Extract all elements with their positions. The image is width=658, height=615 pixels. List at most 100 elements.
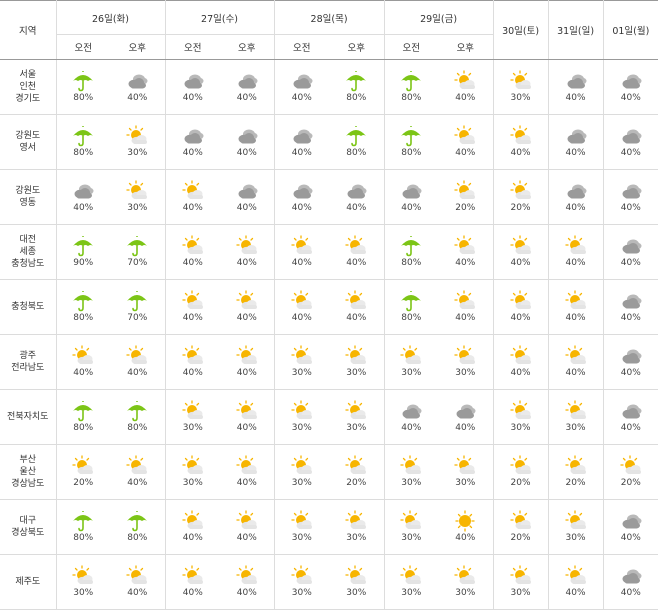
forecast-cell-content: 40%	[220, 235, 274, 269]
region-name-line: 전북자치도	[7, 412, 49, 422]
partly-sunny-icon	[508, 125, 534, 147]
partly-sunny-icon	[508, 510, 534, 532]
partly-sunny-icon	[180, 400, 206, 422]
forecast-cell-content: 80%	[110, 510, 165, 544]
partly-sunny-icon	[289, 510, 315, 532]
forecast-cell: 40%	[220, 279, 275, 335]
forecast-cell: 40%	[220, 444, 275, 500]
partly-sunny-icon	[508, 290, 534, 312]
umbrella-icon	[124, 290, 150, 312]
pm-header: 오후	[329, 34, 385, 60]
region-name-line: 충청남도	[11, 259, 45, 269]
partly-sunny-icon	[289, 455, 315, 477]
forecast-cell: 40%	[165, 334, 221, 390]
precipitation-probability: 30%	[127, 148, 148, 158]
region-name-line: 부산	[19, 455, 37, 465]
forecast-cell-content: 80%	[57, 400, 111, 434]
precipitation-probability: 40%	[236, 148, 257, 158]
forecast-cell-content: 40%	[275, 290, 330, 324]
precipitation-probability: 40%	[182, 93, 203, 103]
precipitation-probability: 30%	[291, 423, 312, 433]
region-name-line: 전라남도	[11, 363, 45, 373]
day-header: 26일(화)	[56, 0, 166, 35]
precipitation-probability: 40%	[401, 423, 422, 433]
partly-sunny-icon	[508, 455, 534, 477]
partly-sunny-icon	[398, 455, 424, 477]
region-name-line: 대구	[19, 516, 37, 526]
forecast-cell-content: 30%	[275, 455, 330, 489]
forecast-cell: 40%	[438, 114, 494, 170]
partly-sunny-icon	[508, 235, 534, 257]
precipitation-probability: 40%	[236, 368, 257, 378]
precipitation-probability: 40%	[620, 148, 641, 158]
forecast-cell-content: 40%	[220, 510, 274, 544]
forecast-cell: 40%	[329, 279, 385, 335]
precipitation-probability: 40%	[291, 93, 312, 103]
forecast-cell-content: 40%	[166, 510, 221, 544]
forecast-cell: 40%	[220, 389, 275, 445]
am-header: 오전	[56, 34, 110, 60]
forecast-cell-content: 20%	[438, 180, 493, 214]
precipitation-probability: 40%	[127, 478, 148, 488]
precipitation-probability: 40%	[182, 258, 203, 268]
umbrella-icon	[124, 510, 150, 532]
forecast-cell-content: 80%	[57, 125, 111, 159]
forecast-cell-content: 20%	[57, 455, 111, 489]
forecast-cell: 30%	[110, 169, 166, 225]
precipitation-probability: 30%	[401, 533, 422, 543]
precipitation-probability: 80%	[401, 313, 422, 323]
forecast-cell-content: 40%	[220, 180, 274, 214]
partly-sunny-icon	[234, 565, 260, 587]
forecast-cell-content: 40%	[110, 70, 165, 104]
forecast-cell-content: 40%	[275, 235, 330, 269]
precipitation-probability: 40%	[620, 588, 641, 598]
forecast-cell: 30%	[274, 499, 330, 555]
am-header: 오전	[274, 34, 330, 60]
precipitation-probability: 40%	[510, 148, 531, 158]
forecast-cell-content: 40%	[220, 70, 274, 104]
forecast-cell-content: 30%	[385, 565, 439, 599]
umbrella-icon	[343, 125, 369, 147]
precipitation-probability: 40%	[236, 478, 257, 488]
forecast-cell-content: 70%	[110, 235, 165, 269]
forecast-cell: 90%	[56, 224, 110, 280]
partly-sunny-icon	[452, 565, 478, 587]
forecast-cell: 30%	[329, 334, 385, 390]
forecast-cell-content: 40%	[57, 345, 111, 379]
forecast-cell: 40%	[220, 334, 275, 390]
forecast-cell-content: 40%	[604, 345, 658, 379]
forecast-cell: 40%	[329, 169, 385, 225]
weather-forecast-table: 지역 26일(화) 27일(수) 28일(목) 29일(금) 30일(토) 31…	[0, 0, 658, 610]
partly-sunny-icon	[618, 455, 644, 477]
precipitation-probability: 40%	[291, 148, 312, 158]
partly-sunny-icon	[343, 345, 369, 367]
precipitation-probability: 40%	[127, 588, 148, 598]
forecast-cell-content: 40%	[604, 510, 658, 544]
day-header: 31일(일)	[548, 0, 604, 60]
pm-header: 오후	[220, 34, 275, 60]
forecast-cell: 40%	[493, 224, 549, 280]
precipitation-probability: 20%	[620, 478, 641, 488]
region-name-line: 세종	[19, 247, 37, 257]
forecast-cell-content: 30%	[329, 565, 384, 599]
precipitation-probability: 40%	[510, 313, 531, 323]
forecast-cell-content: 80%	[57, 290, 111, 324]
region-name-line: 광주	[19, 351, 37, 361]
cloud-icon	[618, 510, 644, 532]
precipitation-probability: 40%	[291, 258, 312, 268]
forecast-cell-content: 30%	[385, 455, 439, 489]
forecast-cell-content: 40%	[329, 235, 384, 269]
cloud-icon	[180, 70, 206, 92]
partly-sunny-icon	[508, 180, 534, 202]
cloud-icon	[289, 125, 315, 147]
cloud-icon	[398, 400, 424, 422]
forecast-cell: 30%	[384, 444, 439, 500]
forecast-cell-content: 30%	[329, 510, 384, 544]
forecast-cell: 40%	[548, 334, 604, 390]
day-header: 27일(수)	[165, 0, 275, 35]
precipitation-probability: 40%	[291, 313, 312, 323]
precipitation-probability: 90%	[73, 258, 94, 268]
precipitation-probability: 80%	[127, 423, 148, 433]
forecast-cell: 40%	[165, 499, 221, 555]
precipitation-probability: 20%	[455, 203, 476, 213]
